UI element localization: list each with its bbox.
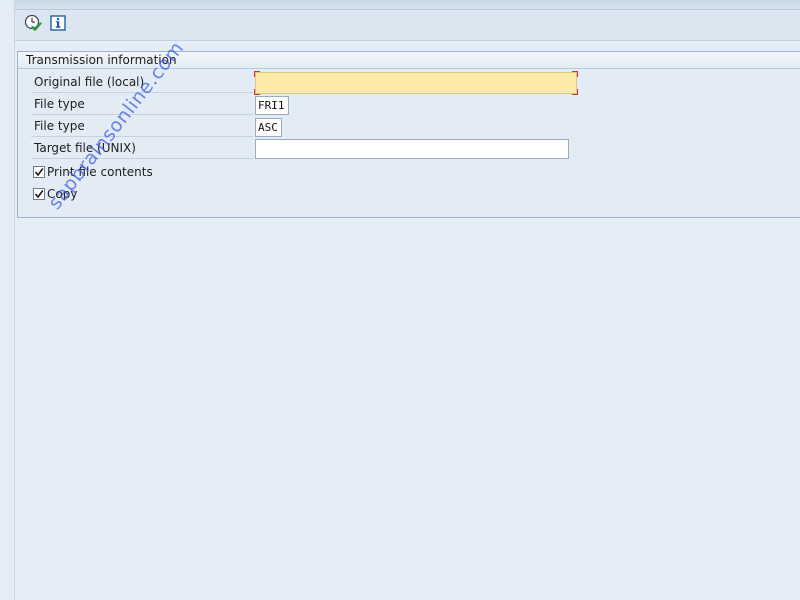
original-file-input[interactable] [254,71,578,95]
information-button[interactable] [48,14,68,34]
original-file-label: Original file (local) [31,72,253,93]
file-type-label: File type [31,94,253,115]
required-marker [254,71,260,77]
window-title-bar [0,0,800,10]
execute-clock-check-icon [24,14,42,35]
file-format-field[interactable]: ASC [255,118,282,137]
target-file-input[interactable] [255,139,569,159]
required-marker [572,89,578,95]
copy-checkbox[interactable] [33,188,45,200]
information-icon [50,14,66,34]
required-marker [572,71,578,77]
left-frame-edge [0,0,15,600]
print-file-contents-option[interactable]: Print file contents [33,164,153,180]
checkmark-icon [34,168,44,177]
checkmark-icon [34,190,44,199]
target-file-label: Target file (UNIX) [31,138,253,159]
copy-option[interactable]: Copy [33,186,77,202]
file-type-label: File type [31,116,253,137]
application-toolbar [15,10,800,41]
print-file-contents-checkbox[interactable] [33,166,45,178]
required-marker [254,89,260,95]
group-title: Transmission information [18,52,800,69]
copy-label: Copy [47,187,78,201]
print-file-contents-label: Print file contents [47,165,153,179]
file-type-field[interactable]: FRI1 [255,96,289,115]
execute-button[interactable] [23,14,43,34]
